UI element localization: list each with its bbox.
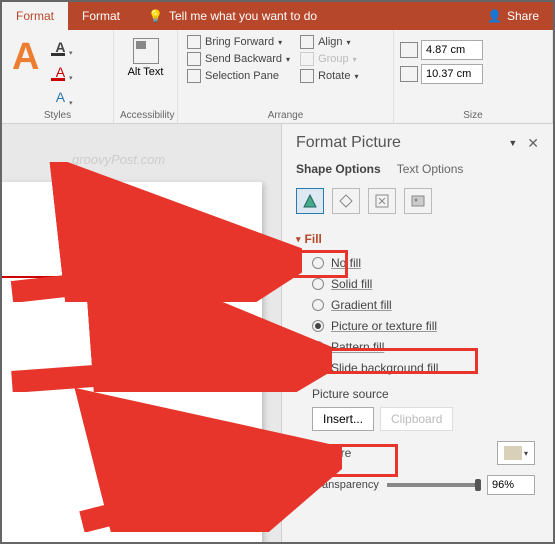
bring-forward-button[interactable]: Bring Forward ▾ [184, 34, 293, 50]
selection-pane-icon [187, 69, 201, 83]
fill-line-icon[interactable] [296, 188, 324, 214]
alt-text-label: Alt Text [128, 66, 164, 78]
share-label: Share [507, 9, 539, 23]
format-picture-pane: Format Picture ▼ ✕ Shape Options Text Op… [281, 124, 553, 542]
group-styles-label: Styles [8, 108, 107, 121]
tab-format-2[interactable]: Format [68, 2, 134, 30]
send-backward-label: Send Backward [205, 53, 282, 65]
alt-text-button[interactable]: Alt Text [122, 34, 170, 82]
watermark-text: groovyPost.com [72, 152, 165, 167]
shape-line[interactable] [2, 276, 202, 278]
text-fill-button[interactable]: A [47, 36, 73, 58]
transparency-slider[interactable] [387, 483, 479, 487]
selection-pane-button[interactable]: Selection Pane [184, 68, 293, 84]
picture-icon[interactable] [404, 188, 432, 214]
insert-button[interactable]: Insert... [312, 407, 374, 431]
slide-canvas[interactable] [2, 182, 262, 542]
transparency-input[interactable] [487, 475, 535, 495]
send-backward-icon [187, 52, 201, 66]
pane-title: Format Picture [296, 134, 401, 152]
clipboard-button: Clipboard [380, 407, 453, 431]
bring-forward-icon [187, 35, 201, 49]
send-backward-button[interactable]: Send Backward ▾ [184, 51, 293, 67]
align-icon [300, 35, 314, 49]
group-button[interactable]: Group ▾ [297, 51, 361, 67]
transparency-label: Transparency [312, 479, 379, 491]
group-icon [300, 52, 314, 66]
rotate-icon [300, 69, 314, 83]
share-button[interactable]: 👤 Share [487, 9, 553, 23]
person-icon: 👤 [487, 9, 502, 23]
group-arr-label: Group [318, 53, 349, 65]
radio-pattern-fill[interactable]: Pattern fill [312, 340, 539, 354]
pane-menu-icon[interactable]: ▼ [508, 138, 517, 148]
radio-gradient-fill[interactable]: Gradient fill [312, 298, 539, 312]
width-icon [400, 66, 418, 82]
tab-shape-options[interactable]: Shape Options [296, 162, 381, 176]
effects-icon[interactable] [332, 188, 360, 214]
solid-fill-label: Solid fill [331, 277, 372, 291]
pattern-fill-label: Pattern fill [331, 340, 384, 354]
width-input[interactable] [421, 64, 483, 84]
fill-heading-label: Fill [305, 232, 322, 246]
wordart-style-preview[interactable]: A [8, 34, 43, 80]
tell-me[interactable]: 💡 Tell me what you want to do [134, 2, 487, 30]
rotate-button[interactable]: Rotate ▾ [297, 68, 361, 84]
group-arrange-label: Arrange [184, 108, 387, 121]
group-accessibility-label: Accessibility [120, 108, 171, 121]
height-icon [400, 42, 418, 58]
texture-label: Texture [312, 446, 351, 460]
rotate-label: Rotate [318, 70, 350, 82]
radio-no-fill[interactable]: No fill [312, 256, 539, 270]
fill-section-toggle[interactable]: ▾ Fill [296, 228, 539, 250]
radio-picture-fill[interactable]: Picture or texture fill [312, 319, 539, 333]
height-input[interactable] [421, 40, 483, 60]
picture-source-label: Picture source [296, 379, 539, 407]
text-outline-button[interactable]: A [47, 61, 73, 83]
radio-slide-bg-fill[interactable]: Slide background fill [312, 361, 539, 375]
triangle-down-icon: ▾ [296, 234, 301, 245]
tab-format-1[interactable]: Format [2, 2, 68, 30]
no-fill-label: No fill [331, 256, 361, 270]
close-icon[interactable]: ✕ [527, 135, 539, 152]
tell-me-label: Tell me what you want to do [169, 9, 317, 23]
selection-pane-label: Selection Pane [205, 70, 279, 82]
picture-fill-label: Picture or texture fill [331, 319, 437, 333]
group-size-label: Size [400, 108, 546, 121]
size-props-icon[interactable] [368, 188, 396, 214]
text-effects-button[interactable]: A [47, 86, 73, 108]
gradient-fill-label: Gradient fill [331, 298, 392, 312]
slide-bg-fill-label: Slide background fill [331, 361, 438, 375]
alt-text-icon [133, 38, 159, 64]
texture-picker[interactable]: ▾ [497, 441, 535, 465]
bring-forward-label: Bring Forward [205, 36, 274, 48]
align-label: Align [318, 36, 342, 48]
align-button[interactable]: Align ▾ [297, 34, 361, 50]
lightbulb-icon: 💡 [148, 9, 163, 23]
radio-solid-fill[interactable]: Solid fill [312, 277, 539, 291]
tab-text-options[interactable]: Text Options [397, 162, 464, 176]
